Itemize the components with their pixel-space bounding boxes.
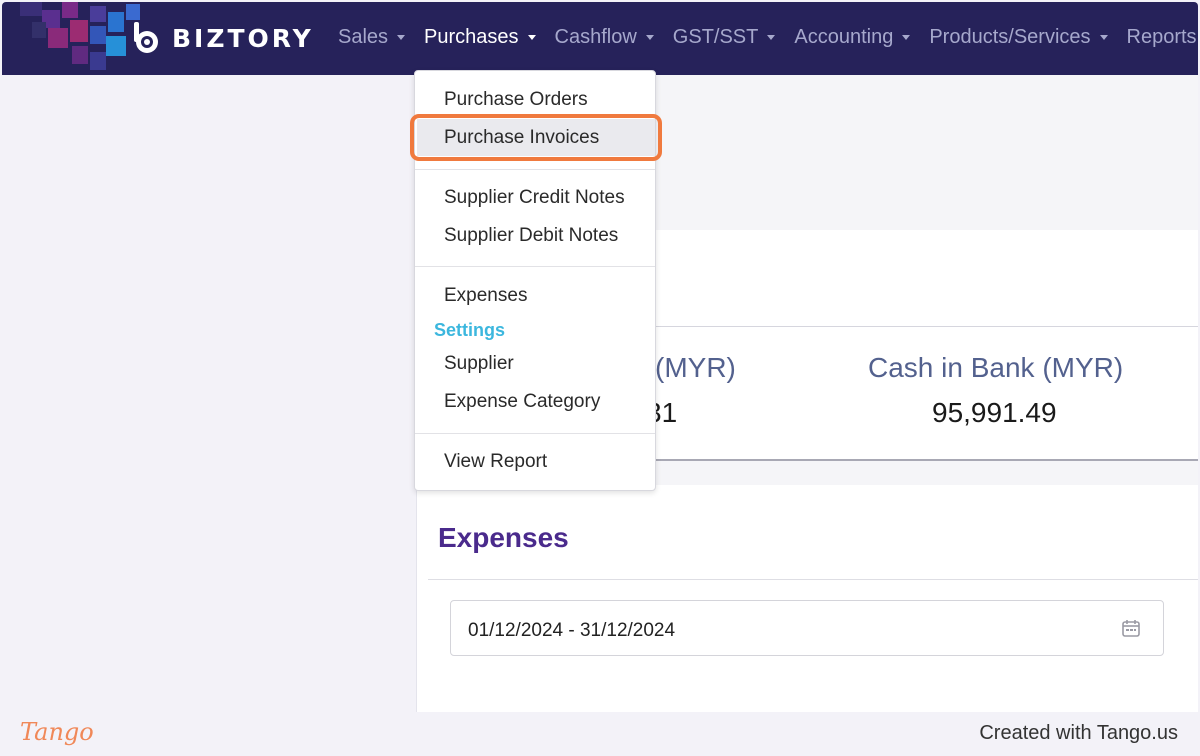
menu-item-supplier-debit-notes[interactable]: Supplier Debit Notes bbox=[444, 225, 618, 247]
main-nav: Sales Purchases Cashflow GST/SST Account… bbox=[338, 26, 1198, 49]
stat-cash-in-bank-label: Cash in Bank (MYR) bbox=[868, 352, 1124, 383]
date-range-picker[interactable]: 01/12/2024 - 31/12/2024 bbox=[450, 600, 1164, 656]
menu-item-supplier[interactable]: Supplier bbox=[444, 353, 514, 375]
tango-logo: Tango bbox=[20, 718, 94, 746]
menu-divider bbox=[415, 433, 655, 434]
chevron-down-icon bbox=[397, 35, 406, 40]
nav-reports[interactable]: Reports bbox=[1127, 26, 1197, 49]
menu-item-view-report[interactable]: View Report bbox=[444, 451, 547, 473]
menu-item-supplier-credit-notes[interactable]: Supplier Credit Notes bbox=[444, 187, 625, 209]
brand-name: BIZTORY bbox=[172, 23, 314, 53]
nav-purchases-label: Purchases bbox=[424, 26, 519, 48]
stats-card-divider bbox=[656, 326, 1198, 327]
nav-gst-sst-label: GST/SST bbox=[672, 26, 759, 48]
menu-divider bbox=[415, 266, 655, 267]
nav-accounting-label: Accounting bbox=[794, 26, 894, 48]
menu-section-settings: Settings bbox=[434, 320, 506, 340]
left-panel bbox=[2, 75, 416, 712]
calendar-icon[interactable] bbox=[1121, 618, 1141, 638]
expenses-section-title: Expenses bbox=[438, 522, 569, 553]
nav-sales-label: Sales bbox=[338, 26, 389, 48]
nav-products-services[interactable]: Products/Services bbox=[929, 26, 1108, 49]
chevron-down-icon bbox=[527, 35, 536, 40]
tango-footer: Tango Created with Tango.us bbox=[0, 712, 1200, 756]
stat-cash-in-bank-value: 95,991.49 bbox=[932, 397, 1057, 428]
nav-cashflow-label: Cashflow bbox=[554, 26, 637, 48]
nav-gst-sst[interactable]: GST/SST bbox=[673, 26, 776, 49]
menu-item-expenses[interactable]: Expenses bbox=[444, 285, 527, 307]
highlight-ring bbox=[410, 114, 662, 161]
menu-divider bbox=[415, 169, 655, 170]
nav-reports-label: Reports bbox=[1126, 26, 1197, 48]
nav-accounting[interactable]: Accounting bbox=[794, 26, 911, 49]
top-navbar: BIZTORY Sales Purchases Cashflow GST/SST… bbox=[2, 2, 1198, 75]
nav-sales[interactable]: Sales bbox=[338, 26, 406, 49]
menu-item-expense-category[interactable]: Expense Category bbox=[444, 391, 600, 413]
brand[interactable]: BIZTORY bbox=[130, 20, 314, 56]
menu-item-purchase-orders[interactable]: Purchase Orders bbox=[444, 89, 588, 111]
expenses-divider bbox=[428, 579, 1198, 580]
tango-credit: Created with Tango.us bbox=[979, 722, 1178, 744]
nav-products-services-label: Products/Services bbox=[929, 26, 1091, 48]
nav-purchases[interactable]: Purchases bbox=[424, 26, 536, 49]
chevron-down-icon bbox=[767, 35, 776, 40]
chevron-down-icon bbox=[1099, 35, 1108, 40]
biztory-logo-icon bbox=[134, 22, 158, 53]
chevron-down-icon bbox=[645, 35, 654, 40]
chevron-down-icon bbox=[902, 35, 911, 40]
nav-cashflow[interactable]: Cashflow bbox=[555, 26, 654, 49]
date-range-value: 01/12/2024 - 31/12/2024 bbox=[468, 620, 676, 641]
